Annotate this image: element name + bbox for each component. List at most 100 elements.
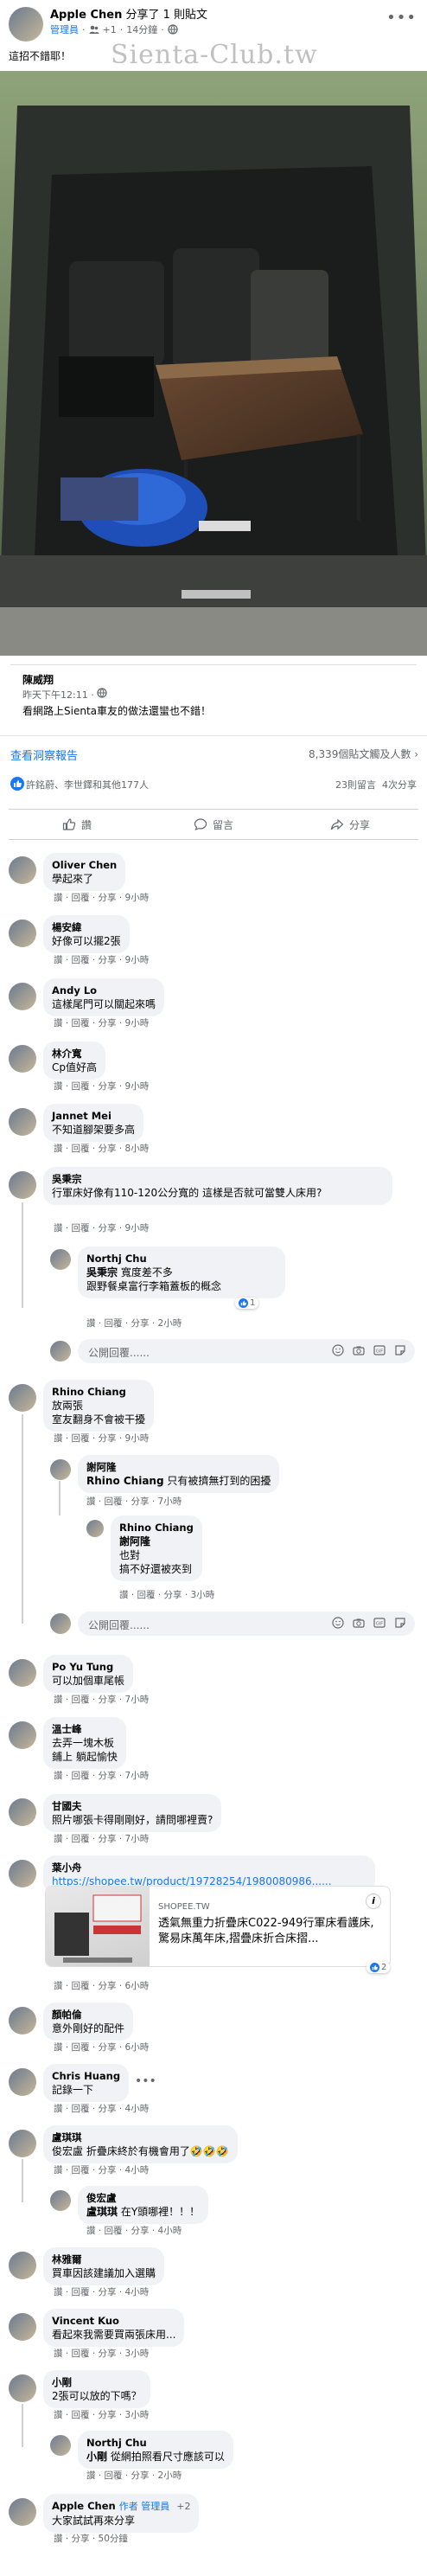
gif-icon[interactable]: GIF [373,1617,386,1629]
reply-time[interactable]: 3小時 [191,1590,215,1600]
comment-actions[interactable]: 讚 · 回覆 · 分享 · [54,2349,125,2359]
comment-time[interactable]: 7小時 [125,1834,150,1844]
comment-time[interactable]: 9小時 [125,1018,150,1028]
commenter-avatar[interactable] [9,2498,36,2526]
comment-actions[interactable]: 讚 · 回覆 · 分享 · [54,1695,125,1705]
comment-count[interactable]: 23則留言 [335,779,376,791]
reply-mention[interactable]: 吳秉宗 [86,1266,118,1278]
commenter-name[interactable]: 林雅爾 [52,2252,156,2266]
commenter-avatar[interactable] [9,1798,36,1826]
commenter-name[interactable]: Oliver Chen [52,858,117,872]
commenter-name[interactable]: 楊安緯 [52,920,121,934]
comment-meta[interactable]: 讚 · 回覆 · 分享 · 3小時 [54,2347,149,2360]
emoji-icon[interactable] [332,1344,344,1356]
share-button[interactable]: 分享 [282,810,418,839]
commenter-name[interactable]: Apple Chen [52,2500,116,2512]
comment-time[interactable]: 8小時 [125,1144,150,1154]
commenter-avatar[interactable] [9,1860,36,1887]
comment-actions[interactable]: 讚 · 回覆 · 分享 · [54,1144,125,1154]
reply-avatar[interactable] [50,2435,71,2456]
comment-actions[interactable]: 讚 · 回覆 · 分享 · [54,1223,125,1234]
reply-actions[interactable]: 讚 · 回覆 · 分享 · [86,1496,158,1507]
commenter-name[interactable]: 葉小舟 [52,1861,366,1874]
comment-time[interactable]: 3小時 [125,2410,150,2420]
camera-icon[interactable] [353,1344,365,1356]
comment-meta[interactable]: 讚 · 回覆 · 分享 · 9小時 [54,1080,149,1093]
comment-meta[interactable]: 讚 · 回覆 · 分享 · 8小時 [54,1142,149,1155]
comment-actions[interactable]: 讚 · 回覆 · 分享 · [54,1981,125,1991]
commenter-name[interactable]: 溫士峰 [52,1722,118,1736]
reaction-names[interactable]: 許銘蔚、李世鐸和其他177人 [26,778,149,791]
more-options-icon[interactable]: ••• [386,9,417,27]
comment-meta[interactable]: 讚 · 回覆 · 分享 · 9小時 [54,1432,149,1445]
commenter-avatar[interactable] [9,983,36,1010]
comment-actions[interactable]: 讚 · 回覆 · 分享 · [54,1081,125,1092]
reply-actions[interactable]: 讚 · 回覆 · 分享 · [86,2226,158,2236]
comment-meta[interactable]: 讚 · 回覆 · 分享 · 9小時 [54,1016,149,1029]
reply-actions[interactable]: 讚 · 回覆 · 分享 · [86,2470,158,2481]
sticker-icon[interactable] [394,1617,406,1629]
commenter-name[interactable]: 顏帕倫 [52,2008,124,2022]
gif-icon[interactable]: GIF [373,1344,386,1356]
comment-meta[interactable]: 讚 · 回覆 · 分享 · 3小時 [54,2408,149,2421]
commenter-name[interactable]: 甘國夫 [52,1799,213,1813]
reply-time[interactable]: 4小時 [158,2226,182,2236]
reply-actions[interactable]: 讚 · 回覆 · 分享 · [119,1590,191,1600]
commenter-name[interactable]: Andy Lo [52,984,156,997]
reply-name[interactable]: Rhino Chiang [119,1521,194,1535]
reply-mention[interactable]: 盧琪琪 [86,2206,118,2218]
reply-name[interactable]: 謝阿隆 [86,1460,271,1474]
reply-time[interactable]: 7小時 [158,1496,182,1507]
comment-actions[interactable]: 讚 · 回覆 · 分享 · [54,2410,125,2420]
reaction-chip[interactable]: 2 [366,1962,391,1973]
comment-time[interactable]: 3小時 [125,2349,150,2359]
reply-mention[interactable]: 謝阿隆 [119,1535,150,1548]
comment-time[interactable]: 9小時 [125,1081,150,1092]
comment-options-icon[interactable]: ••• [135,2074,156,2088]
commenter-avatar[interactable] [9,1384,36,1412]
comment-actions[interactable]: 讚 · 回覆 · 分享 · [54,1433,125,1444]
comment-meta[interactable]: 讚 · 回覆 · 分享 · 6小時 [54,1979,149,1992]
post-photo[interactable] [0,71,427,656]
post-time[interactable]: 14分鐘 [126,22,157,36]
comment-actions[interactable]: 讚 · 回覆 · 分享 · [54,2165,125,2176]
commenter-name[interactable]: 盧琪琪 [52,2131,229,2144]
comment-meta[interactable]: 讚 · 回覆 · 分享 · 4小時 [54,2102,149,2115]
comment-time[interactable]: 6小時 [125,1981,150,1991]
post-author-name[interactable]: Apple Chen [50,9,122,22]
comment-actions[interactable]: 讚 · 回覆 · 分享 · [54,1018,125,1028]
comment-actions[interactable]: 讚 · 回覆 · 分享 · [54,1771,125,1781]
commenter-name[interactable]: Vincent Kuo [52,2314,175,2328]
comment-meta[interactable]: 讚 · 分享 · 50分鐘 [54,2532,128,2545]
share-count[interactable]: 4次分享 [382,779,417,791]
shared-time-text[interactable]: 昨天下午12:11 · [22,689,97,701]
comment-time[interactable]: 9小時 [125,1433,150,1444]
comment-meta[interactable]: 讚 · 回覆 · 分享 · 4小時 [54,2163,149,2176]
comment-actions[interactable]: 讚 · 回覆 · 分享 · [54,2104,125,2114]
comment-meta[interactable]: 讚 · 回覆 · 分享 · 9小時 [54,1221,149,1234]
sticker-icon[interactable] [394,1344,406,1356]
reply-avatar[interactable] [50,1249,71,1270]
comment-time[interactable]: 50分鐘 [99,2534,128,2544]
reply-actions[interactable]: 讚 · 回覆 · 分享 · [86,1318,158,1329]
commenter-avatar[interactable] [9,2313,36,2341]
comment-time[interactable]: 9小時 [125,955,150,965]
commenter-avatar[interactable] [9,2007,36,2035]
camera-icon[interactable] [353,1617,365,1629]
shared-post-card[interactable]: 陳威翔 昨天下午12:11 · 看網路上Sienta車友的做法還蠻也不錯！ [10,664,417,727]
comment-time[interactable]: 9小時 [125,893,150,903]
reply-meta[interactable]: 讚 · 回覆 · 分享 · 2小時 [86,2469,182,2482]
reply-meta[interactable]: 讚 · 回覆 · 分享 · 7小時 [86,1495,182,1508]
like-button[interactable]: 讚 [9,810,145,839]
commenter-name[interactable]: 小剛 [52,2375,142,2389]
commenter-name[interactable]: Chris Huang [52,2069,120,2083]
reply-input[interactable]: 公開回覆...... GIF [78,1612,415,1636]
comment-actions[interactable]: 讚 · 回覆 · 分享 · [54,955,125,965]
commenter-name[interactable]: Jannet Mei [52,1109,135,1123]
reply-meta[interactable]: 讚 · 回覆 · 分享 · 3小時 [119,1588,214,1601]
post-reach[interactable]: 8,339個貼文觸及人數 › [309,747,418,761]
commenter-avatar[interactable] [9,2252,36,2279]
comment-actions[interactable]: 讚 · 回覆 · 分享 · [54,2042,125,2053]
reply-name[interactable]: 俊宏盧 [86,2191,200,2205]
badge-count[interactable]: +2 [176,2501,190,2512]
